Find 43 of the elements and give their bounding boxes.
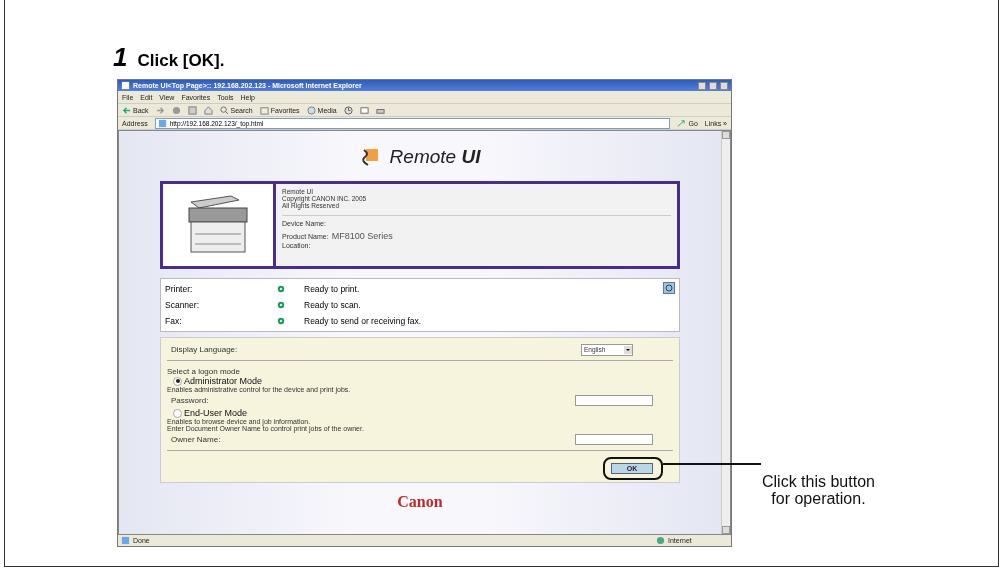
radio-button[interactable]: [173, 376, 182, 386]
history-icon[interactable]: [343, 105, 353, 115]
status-dot-icon: [277, 301, 285, 309]
status-message: Ready to print.: [304, 284, 360, 294]
field-value: MF8100 Series: [331, 231, 393, 241]
status-dot-icon: [277, 317, 285, 325]
field-label: Owner Name:: [171, 435, 221, 444]
device-label: Scanner:: [165, 300, 201, 310]
highlight-ring: [603, 457, 663, 480]
caret-icon: [624, 345, 632, 354]
logo-icon: [359, 147, 380, 167]
minimize-button[interactable]: [698, 81, 706, 90]
globe-icon: [656, 536, 665, 545]
status-dot-icon: [277, 285, 285, 293]
language-label: Display Language:: [171, 345, 238, 354]
radio-button[interactable]: [173, 408, 182, 418]
back-arrow-icon[interactable]: [122, 105, 131, 115]
refresh-button[interactable]: [663, 282, 675, 294]
forward-arrow-icon[interactable]: [155, 105, 165, 115]
home-icon[interactable]: [203, 105, 213, 115]
callout-text: Click this button for operation.: [762, 473, 875, 507]
search-icon[interactable]: [219, 105, 229, 115]
radio-option[interactable]: Administrator Mode: [167, 376, 673, 386]
status-message: Ready to send or receiving fax.: [304, 316, 422, 326]
close-button[interactable]: [720, 81, 728, 90]
page-icon: [121, 81, 130, 90]
brand-logo: Canon: [397, 493, 443, 511]
page-icon: [157, 118, 167, 128]
status-message: Ready to scan.: [304, 300, 361, 310]
device-label: Fax:: [165, 316, 183, 326]
step-instruction: Click [OK].: [137, 51, 225, 71]
stop-icon[interactable]: [171, 105, 181, 115]
radio-option[interactable]: End-User Mode: [167, 408, 673, 418]
input-field[interactable]: [575, 434, 653, 445]
page-icon: [121, 536, 130, 545]
logon-prompt: Select a logon mode: [167, 367, 241, 376]
input-field[interactable]: [575, 395, 653, 406]
maximize-button[interactable]: [709, 81, 717, 90]
logo-title: Remote UI: [389, 146, 481, 168]
device-label: Printer:: [165, 284, 194, 294]
field-label: Password:: [171, 396, 209, 405]
arrow-icon: [677, 118, 687, 128]
step-number: 1: [113, 42, 128, 73]
